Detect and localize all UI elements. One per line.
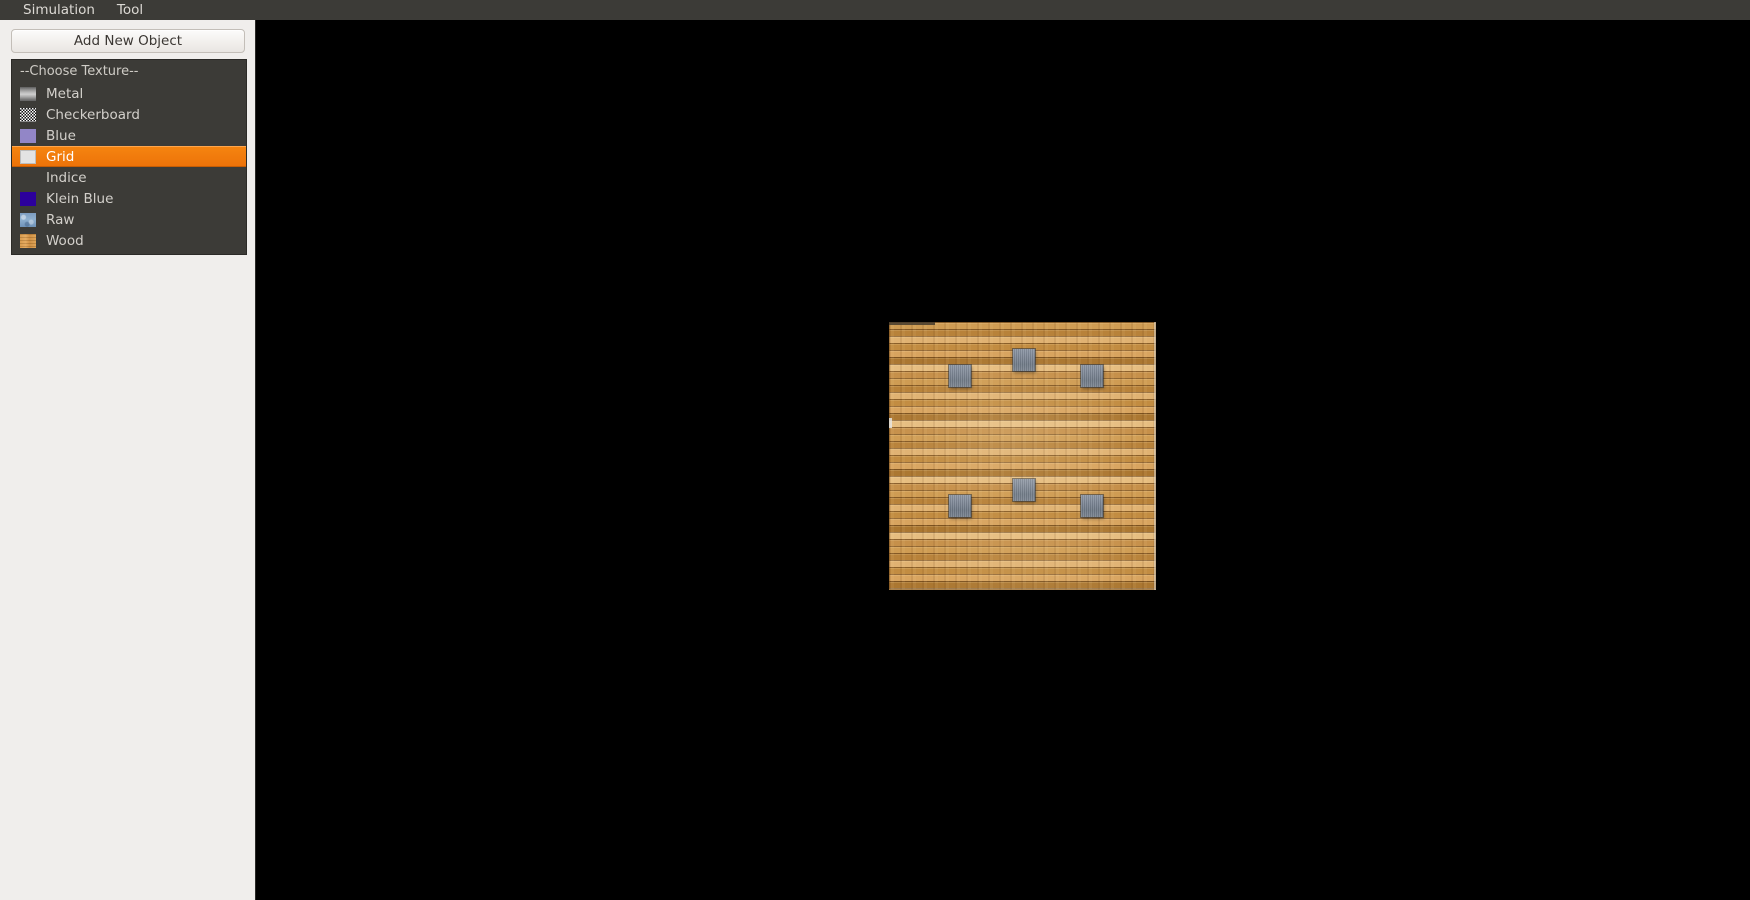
texture-item-grid[interactable]: Grid [12,146,246,167]
swatch-blue [20,128,36,143]
swatch-checkerboard [20,107,36,122]
cube-2[interactable] [1013,349,1035,371]
swatch-indice [20,171,36,185]
texture-item-label: Raw [46,211,75,228]
cube-3[interactable] [1081,365,1103,387]
texture-item-wood[interactable]: Wood [12,230,246,251]
texture-item-label: Klein Blue [46,190,114,207]
texture-item-label: Indice [46,169,87,186]
menu-tool[interactable]: Tool [106,0,154,20]
swatch-raw [20,212,36,227]
texture-item-blue[interactable]: Blue [12,125,246,146]
3d-viewport[interactable] [256,20,1750,900]
cube-6[interactable] [1081,495,1103,517]
texture-item-raw[interactable]: Raw [12,209,246,230]
cube-5[interactable] [1013,479,1035,501]
texture-list-header: --Choose Texture-- [20,64,139,79]
floor-edge-top [889,322,935,325]
menu-bar: Simulation Tool [0,0,1750,20]
menu-simulation[interactable]: Simulation [12,0,106,20]
swatch-grid [20,149,36,164]
texture-item-metal[interactable]: Metal [12,83,246,104]
cube-4[interactable] [949,495,971,517]
texture-item-label: Checkerboard [46,106,140,123]
add-new-object-button[interactable]: Add New Object [11,29,245,53]
application-window: Simulation Tool Add New Object --Choose … [0,0,1750,900]
texture-item-label: Blue [46,127,76,144]
texture-item-label: Metal [46,85,84,102]
scene-floor-plane[interactable] [889,322,1156,590]
sidebar-panel: Add New Object --Choose Texture-- Metal … [0,20,256,900]
texture-item-label: Grid [46,148,75,165]
floor-edge-right [1154,322,1156,590]
texture-list[interactable]: --Choose Texture-- Metal Checkerboard Bl… [11,59,247,255]
swatch-metal [20,86,36,101]
texture-item-checkerboard[interactable]: Checkerboard [12,104,246,125]
texture-item-indice[interactable]: Indice [12,167,246,188]
swatch-klein-blue [20,191,36,206]
texture-item-label: Wood [46,232,84,249]
texture-item-klein-blue[interactable]: Klein Blue [12,188,246,209]
swatch-wood [20,233,36,248]
cube-1[interactable] [949,365,971,387]
floor-edge-left [889,418,892,428]
